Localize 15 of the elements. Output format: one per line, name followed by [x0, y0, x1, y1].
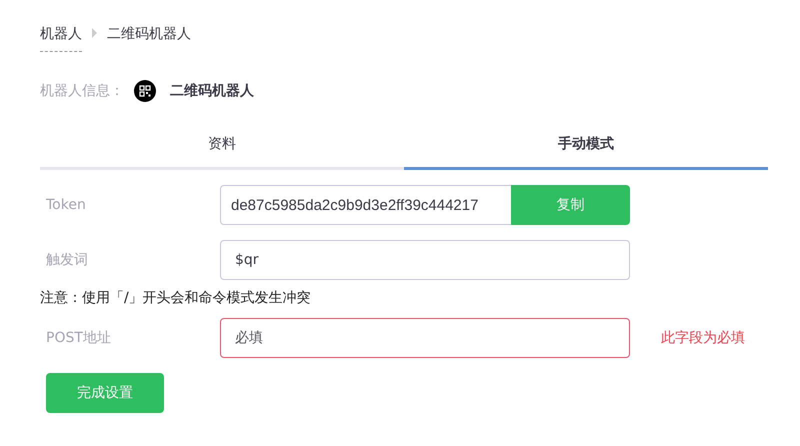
error-message: 此字段为必填 [661, 328, 745, 348]
field-label: 触发词 [45, 250, 89, 270]
tab[interactable]: 手动模式 [404, 124, 768, 170]
field-label: Token [45, 196, 87, 214]
robot-name: 二维码机器人 [170, 82, 254, 100]
info-label: 机器人信息： [40, 82, 124, 100]
qr-code-icon [134, 80, 156, 102]
token-field[interactable]: de87c5985da2c9b9d3e2ff39c444217 [220, 185, 511, 225]
field-label: POST地址 [45, 328, 112, 348]
input-field[interactable]: $qr [220, 240, 630, 280]
breadcrumb-separator-icon [92, 28, 97, 38]
input-field[interactable]: 必填 [220, 318, 630, 358]
warning-note: 注意：使用「/」开头会和命令模式发生冲突 [40, 289, 312, 308]
tab[interactable]: 资料 [40, 124, 404, 170]
breadcrumb-link[interactable]: 机器人 [40, 24, 82, 52]
